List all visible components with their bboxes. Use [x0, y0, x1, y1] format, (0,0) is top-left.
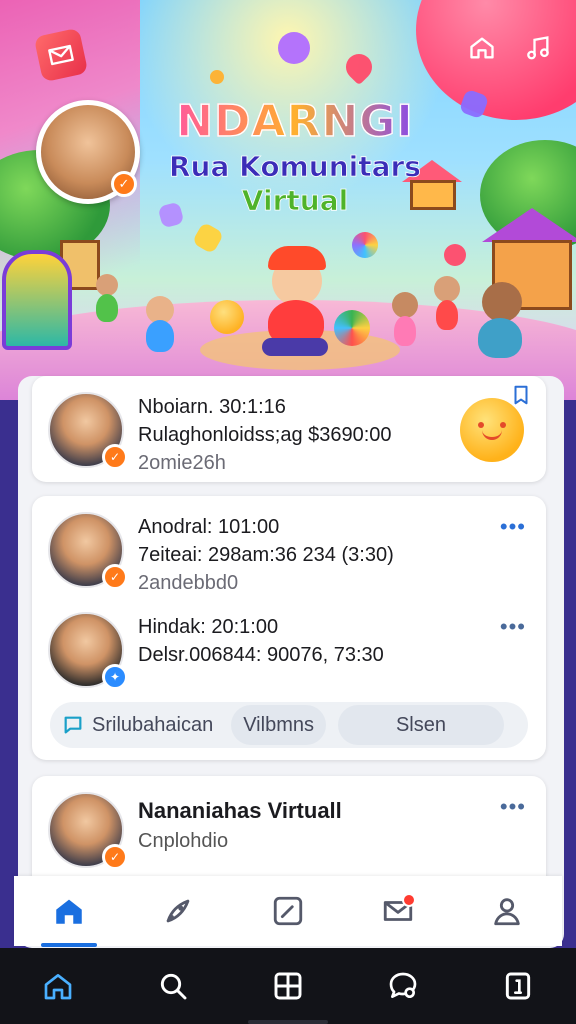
- chat-bubble-icon: [64, 716, 82, 734]
- chip-filter-1[interactable]: Srilubahaican: [50, 705, 225, 745]
- post-meta: Nboiarn. 30:1:16: [138, 396, 286, 418]
- feed: ✓ Nboiarn. 30:1:16 Rulaghonloidss;ag $36…: [18, 376, 564, 948]
- chip-label: Vilbmns: [243, 713, 314, 736]
- kid-4-head: [434, 276, 460, 302]
- pin-decoration: [444, 244, 466, 266]
- envelope-icon[interactable]: [33, 27, 89, 83]
- emoji-mouth: [482, 430, 502, 440]
- kid-4-body: [436, 300, 458, 330]
- kid-1-body: [146, 320, 174, 352]
- chip-label: Slsen: [395, 713, 446, 736]
- verified-badge-icon: ✓: [102, 444, 128, 470]
- post-card-3[interactable]: ✓ Nananiahas Virtuall Cnplohdio •••: [32, 776, 546, 886]
- nav-messages[interactable]: [368, 881, 428, 941]
- more-options-icon[interactable]: •••: [500, 616, 526, 638]
- chip-label: Srilubahaican: [92, 713, 214, 736]
- emoji-reaction-icon[interactable]: [460, 398, 524, 462]
- post-text: 7eiteai: 298am:36 234 (3:30): [138, 544, 394, 566]
- post-title: Nananiahas Virtuall: [138, 798, 342, 823]
- ball-decoration: [334, 310, 370, 346]
- post-row[interactable]: ✓ Nananiahas Virtuall Cnplohdio •••: [32, 780, 546, 880]
- post-time: 2andebbd0: [138, 572, 239, 594]
- hero-title-sub2: Virtual: [241, 184, 349, 218]
- sys-reader[interactable]: [488, 956, 548, 1016]
- avatar[interactable]: ✓: [48, 392, 128, 470]
- verified-badge-icon: ✓: [111, 171, 137, 197]
- post-text: Delsr.006844: 90076, 73:30: [138, 644, 384, 666]
- star-decoration: [207, 67, 227, 87]
- post-meta: Anodral: 101:00: [138, 516, 280, 538]
- home-icon[interactable]: [464, 30, 500, 66]
- post-text: Rulaghonloidss;ag $3690:00: [138, 424, 392, 446]
- post-row[interactable]: ✦ Hindak: 20:1:00 Delsr.006844: 90076, 7…: [32, 600, 546, 700]
- post-time: 2omie26h: [138, 452, 226, 474]
- sys-grid[interactable]: [258, 956, 318, 1016]
- active-tab-indicator: [40, 943, 97, 947]
- search-icon: [160, 973, 187, 1000]
- sys-search[interactable]: [143, 956, 203, 1016]
- chip-filter-3[interactable]: Slsen: [337, 705, 504, 745]
- hero-title-sub: Rua Komunitars: [169, 150, 422, 184]
- avatar[interactable]: ✓: [48, 512, 128, 590]
- more-options-icon[interactable]: •••: [500, 516, 526, 538]
- kid-3-body: [394, 316, 416, 346]
- home-icon: [44, 974, 71, 1000]
- system-nav-bar: [0, 948, 576, 1024]
- app-bottom-nav: [14, 876, 562, 947]
- kid-3-head: [392, 292, 418, 318]
- filter-chip-bar: Srilubahaican Vilbmns Slsen: [50, 702, 528, 748]
- sys-home[interactable]: [28, 956, 88, 1016]
- bookmark-icon[interactable]: [510, 384, 532, 406]
- child-hat: [268, 246, 326, 270]
- post-subtitle: Cnplohdio: [138, 830, 229, 852]
- playground-slide: [2, 250, 72, 350]
- sys-chat[interactable]: [373, 956, 433, 1016]
- rocket-icon: [167, 899, 190, 923]
- kid-2-body: [96, 294, 118, 322]
- ball-decoration: [210, 300, 244, 334]
- kid-5-body: [478, 318, 522, 358]
- house-right-roof: [482, 208, 576, 242]
- book-icon: [506, 972, 531, 1000]
- kid-5-head: [482, 282, 522, 322]
- emoji-eye: [500, 422, 506, 428]
- candy-decoration: [191, 221, 225, 255]
- hero-title-main: NDARNGI: [160, 95, 430, 148]
- ball-decoration: [352, 232, 378, 258]
- heart-decoration: [340, 48, 378, 86]
- verified-badge-icon: ✓: [102, 844, 128, 870]
- hero-title: NDARNGI Rua Komunitars Virtual: [160, 95, 430, 218]
- emoji-eye: [478, 422, 484, 428]
- post-card-2: ✓ Anodral: 101:00 7eiteai: 298am:36 234 …: [32, 496, 546, 760]
- user-badge-icon: ✦: [102, 664, 128, 690]
- avatar[interactable]: ✓: [48, 792, 128, 870]
- nav-explore[interactable]: [148, 881, 208, 941]
- post-card-1[interactable]: ✓ Nboiarn. 30:1:16 Rulaghonloidss;ag $36…: [32, 376, 546, 482]
- nav-profile[interactable]: [477, 881, 537, 941]
- home-icon: [56, 899, 82, 924]
- chip-filter-2[interactable]: Vilbmns: [231, 705, 326, 745]
- home-indicator: [248, 1020, 328, 1024]
- more-options-icon[interactable]: •••: [500, 796, 526, 818]
- nav-create[interactable]: [258, 881, 318, 941]
- chat-search-icon: [389, 972, 417, 998]
- nav-home[interactable]: [39, 881, 99, 947]
- verified-badge-icon: ✓: [102, 564, 128, 590]
- hero-avatar[interactable]: ✓: [36, 100, 140, 204]
- notification-dot: [401, 893, 416, 907]
- disc-decoration: [278, 32, 310, 64]
- edit-icon: [273, 896, 303, 926]
- profile-icon: [494, 898, 520, 926]
- kid-2-head: [96, 274, 118, 296]
- hero-banner: NDARNGI Rua Komunitars Virtual ✓: [0, 0, 576, 400]
- music-icon[interactable]: [520, 30, 556, 66]
- grid-icon: [274, 972, 302, 1000]
- post-meta: Hindak: 20:1:00: [138, 616, 279, 638]
- avatar[interactable]: ✦: [48, 612, 128, 690]
- post-row[interactable]: ✓ Anodral: 101:00 7eiteai: 298am:36 234 …: [32, 500, 546, 600]
- child-legs: [262, 338, 328, 356]
